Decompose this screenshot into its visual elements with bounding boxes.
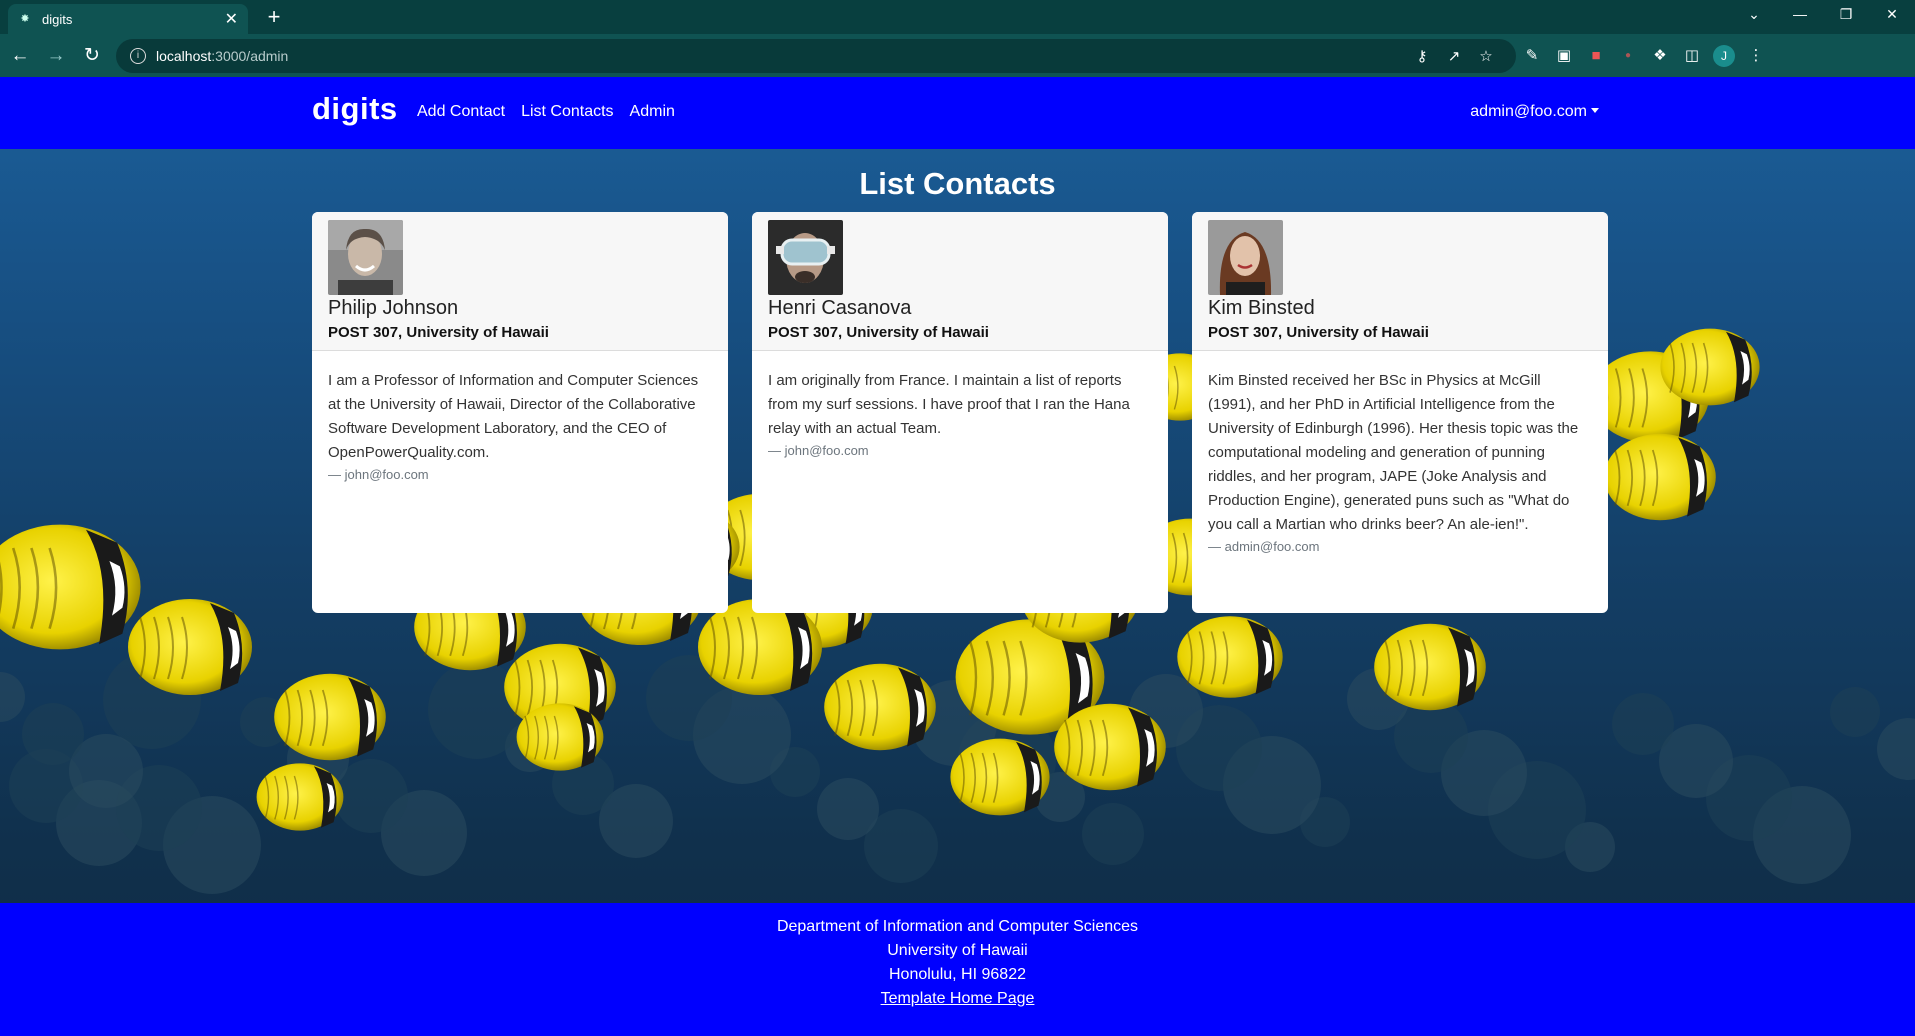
reef-decoration xyxy=(1612,693,1674,755)
avatar xyxy=(768,220,843,295)
share-icon[interactable]: ↗ xyxy=(1438,47,1470,65)
fish-decoration xyxy=(274,673,386,761)
site-info-icon[interactable]: i xyxy=(130,47,146,64)
caret-down-icon xyxy=(1591,108,1599,113)
page-title: List Contacts xyxy=(859,166,1056,201)
browser-toolbar: ← → ↻ i localhost:3000/admin ⚷ ↗ ☆ ✎ ▣ ■… xyxy=(0,34,1915,77)
close-window-icon[interactable]: ✕ xyxy=(1869,0,1915,30)
side-panel-icon[interactable]: ◫ xyxy=(1676,40,1708,72)
address-bar[interactable]: i localhost:3000/admin ⚷ ↗ ☆ xyxy=(116,38,1516,73)
contact-card: Henri Casanova POST 307, University of H… xyxy=(752,212,1168,613)
contact-name: Kim Binsted xyxy=(1208,297,1315,319)
close-tab-icon[interactable]: ✕ xyxy=(225,9,238,29)
user-email: admin@foo.com xyxy=(1470,103,1587,120)
reload-icon[interactable]: ↻ xyxy=(76,40,108,72)
fish-decoration xyxy=(1054,703,1166,791)
footer-department: Department of Information and Computer S… xyxy=(776,918,1139,935)
contact-name: Philip Johnson xyxy=(328,297,459,319)
contact-owner: — john@foo.com xyxy=(768,443,869,458)
fish-decoration xyxy=(0,524,141,650)
menu-icon[interactable]: ⋮ xyxy=(1740,40,1772,72)
card-body: Kim Binsted received her BSc in Physics … xyxy=(1192,351,1608,554)
fish-decoration xyxy=(1604,433,1716,521)
tab-title: digits xyxy=(42,11,73,27)
contact-card: Kim Binsted POST 307, University of Hawa… xyxy=(1192,212,1608,613)
footer-template-link[interactable]: Template Home Page xyxy=(0,987,1915,1011)
nav-admin[interactable]: Admin xyxy=(630,103,675,121)
reef-decoration xyxy=(1082,803,1144,865)
avatar xyxy=(328,220,403,295)
card-header: Henri Casanova POST 307, University of H… xyxy=(752,212,1168,351)
fish-decoration xyxy=(824,663,936,751)
contact-description: I am a Professor of Information and Comp… xyxy=(328,372,699,461)
footer-address: Honolulu, HI 96822 xyxy=(889,966,1026,983)
card-body: I am originally from France. I maintain … xyxy=(752,351,1168,458)
contact-name: Henri Casanova xyxy=(768,297,912,319)
footer: Department of Information and Computer S… xyxy=(0,903,1915,1036)
contact-owner: — admin@foo.com xyxy=(1208,539,1320,554)
contact-address: POST 307, University of Hawaii xyxy=(328,324,549,341)
card-body: I am a Professor of Information and Comp… xyxy=(312,351,728,482)
page-viewport: digits Add Contact List Contacts Admin a… xyxy=(0,77,1915,1036)
fish-decoration xyxy=(516,703,604,771)
key-icon[interactable]: ⚷ xyxy=(1406,47,1438,65)
star-icon[interactable]: ☆ xyxy=(1470,47,1502,65)
fish-decoration xyxy=(950,738,1050,816)
contact-owner: — john@foo.com xyxy=(328,467,429,482)
nav-links: Add Contact List Contacts Admin xyxy=(417,103,675,121)
extension-red-icon[interactable]: ■ xyxy=(1580,40,1612,72)
forward-icon[interactable]: → xyxy=(40,40,72,72)
avatar xyxy=(1208,220,1283,295)
reef-decoration xyxy=(22,703,84,765)
favicon-icon: ✸ xyxy=(20,13,30,25)
contact-address: POST 307, University of Hawaii xyxy=(1208,324,1429,341)
card-header: Philip Johnson POST 307, University of H… xyxy=(312,212,728,351)
contact-address: POST 307, University of Hawaii xyxy=(768,324,989,341)
browser-tab-bar: ✸ digits ✕ + ⌄ — ❐ ✕ xyxy=(0,0,1915,34)
fish-decoration xyxy=(698,599,822,695)
restore-icon[interactable]: ❐ xyxy=(1823,0,1869,30)
fish-decoration xyxy=(1660,328,1760,406)
fish-decoration xyxy=(128,599,252,695)
profile-avatar[interactable]: J xyxy=(1713,44,1735,67)
nav-add-contact[interactable]: Add Contact xyxy=(417,103,505,121)
reef-decoration xyxy=(0,672,25,722)
url-host: localhost xyxy=(156,47,212,64)
fish-decoration xyxy=(256,763,344,831)
extension-icon[interactable]: ▣ xyxy=(1548,40,1580,72)
fish-decoration xyxy=(1374,623,1486,711)
back-icon[interactable]: ← xyxy=(4,40,36,72)
window-controls: ⌄ — ❐ ✕ xyxy=(1731,0,1915,30)
fish-decoration xyxy=(1177,616,1283,698)
pen-extension-icon[interactable]: ✎ xyxy=(1516,40,1548,72)
brand-logo[interactable]: digits xyxy=(312,91,398,127)
puzzle-icon[interactable]: ❖ xyxy=(1644,40,1676,72)
browser-tab[interactable]: ✸ digits ✕ xyxy=(8,4,248,34)
extensions-area: ✎ ▣ ■ ● ❖ ◫ J ⋮ xyxy=(1516,40,1772,72)
reef-decoration xyxy=(817,778,879,840)
card-header: Kim Binsted POST 307, University of Hawa… xyxy=(1192,212,1608,351)
tab-search-icon[interactable]: ⌄ xyxy=(1731,0,1777,30)
footer-university: University of Hawaii xyxy=(887,942,1028,959)
url-path: :3000/admin xyxy=(211,47,289,64)
top-navbar: digits Add Contact List Contacts Admin a… xyxy=(0,77,1915,149)
contact-description: I am originally from France. I maintain … xyxy=(768,372,1130,437)
nav-list-contacts[interactable]: List Contacts xyxy=(521,103,613,121)
minimize-icon[interactable]: — xyxy=(1777,0,1823,30)
extension-dim-icon[interactable]: ● xyxy=(1612,40,1644,72)
user-dropdown[interactable]: admin@foo.com xyxy=(1470,103,1599,121)
reef-decoration xyxy=(1830,687,1880,737)
contact-description: Kim Binsted received her BSc in Physics … xyxy=(1208,372,1579,533)
contact-card: Philip Johnson POST 307, University of H… xyxy=(312,212,728,613)
new-tab-icon[interactable]: + xyxy=(260,4,288,32)
reef-decoration xyxy=(1877,718,1915,780)
